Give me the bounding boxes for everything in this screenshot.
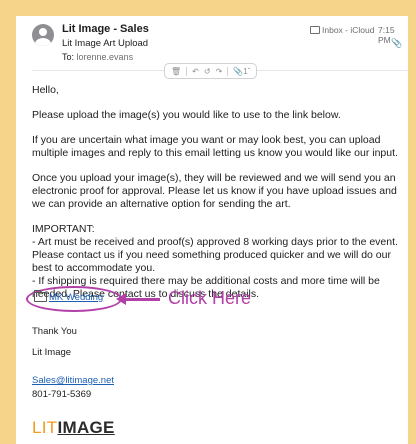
signature-email: Sales@litimage.net (32, 375, 114, 386)
paragraph-upload: Please upload the image(s) you would lik… (32, 109, 341, 121)
toolbar-separator (186, 66, 188, 76)
signature-thanks: Thank You (32, 326, 77, 337)
to-label: To: (62, 52, 75, 62)
mailbox-indicator[interactable]: Inbox - iCloud (310, 25, 374, 35)
greeting: Hello, (32, 84, 59, 96)
attachment-icon: 📎 (391, 38, 403, 48)
recipient-name: lorenne.evans (76, 52, 134, 62)
signature-company: Lit Image (32, 347, 72, 358)
trash-icon[interactable]: 🗑 (171, 67, 181, 76)
paragraph-proof: Once you upload your image(s), they will… (32, 172, 397, 210)
important-title: IMPORTANT: (32, 223, 95, 235)
email-body: Hello, Please upload the image(s) you wo… (32, 84, 408, 301)
folder-icon (34, 290, 47, 303)
click-here-annotation: Click Here (168, 288, 252, 308)
company-logo: LITIMAGE (32, 418, 115, 438)
upload-folder-link[interactable]: MK Wedding (49, 292, 103, 303)
reply-icon[interactable]: ↶ (192, 67, 199, 76)
email-subject: Lit Image Art Upload (62, 38, 149, 49)
sender-avatar (32, 24, 54, 46)
annotation-arrow (116, 293, 160, 305)
forward-icon[interactable]: ↷ (216, 67, 223, 76)
message-toolbar: 🗑 ↶ ↺ ↷ 📎1ˇ (164, 63, 258, 79)
upload-link-row: MK Wedding (34, 290, 103, 303)
logo-lit: LIT (32, 418, 58, 437)
avatar-body (35, 38, 51, 46)
mailbox-name: Inbox - iCloud (322, 25, 375, 35)
attachments-button[interactable]: 📎1ˇ (233, 67, 250, 76)
signature-phone: 801-791-5369 (32, 389, 92, 400)
avatar-head (39, 28, 47, 36)
logo-image: IMAGE (57, 418, 115, 437)
inbox-icon (310, 25, 320, 34)
reply-all-icon[interactable]: ↺ (204, 67, 211, 76)
attachment-count: 1 (243, 66, 248, 76)
email-message: Lit Image - Sales Lit Image Art Upload T… (16, 16, 408, 444)
recipient-line: To: lorenne.evans (62, 52, 133, 62)
important-deadline: - Art must be received and proof(s) appr… (32, 236, 398, 274)
toolbar-separator (227, 66, 229, 76)
paragraph-uncertain: If you are uncertain what image you want… (32, 134, 398, 159)
email-link[interactable]: Sales@litimage.net (32, 375, 114, 386)
sender-name: Lit Image - Sales (62, 23, 149, 35)
